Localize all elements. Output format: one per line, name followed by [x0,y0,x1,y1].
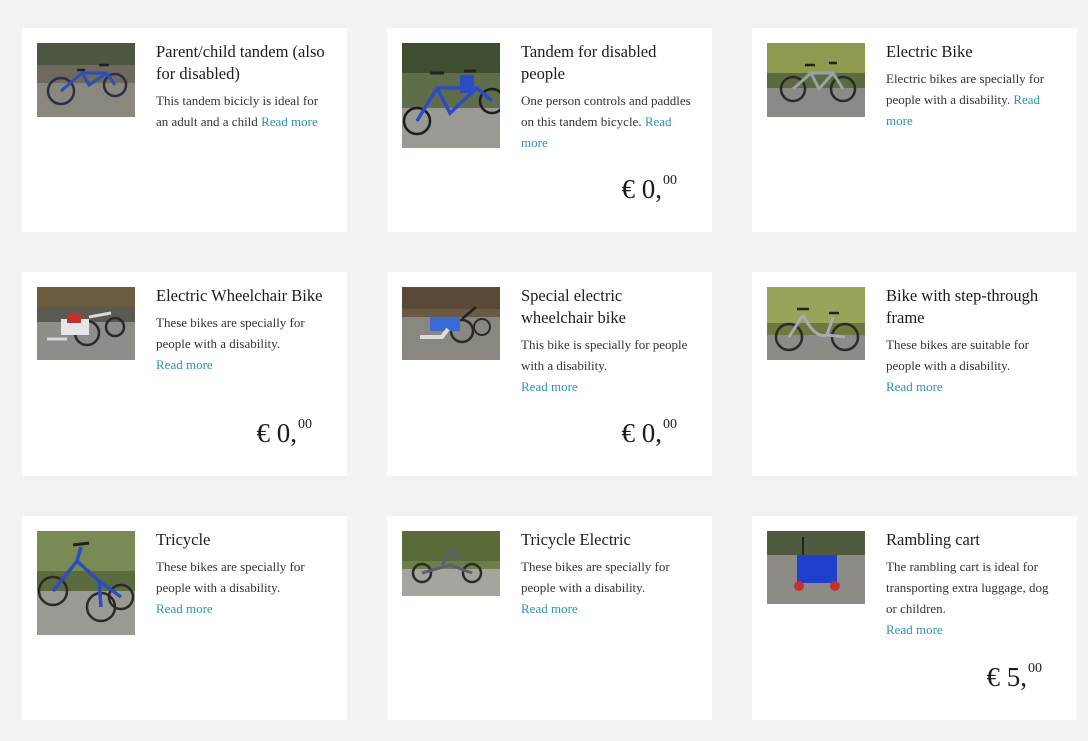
product-description: These bikes are specially for people wit… [156,312,328,375]
product-description: The rambling cart is ideal for transport… [886,556,1058,640]
tandem-bike-photo[interactable] [37,43,135,117]
read-more-link[interactable]: Read more [521,379,578,394]
product-description: One person controls and paddles on this … [521,90,693,153]
product-title[interactable]: Electric Bike [886,41,1058,63]
product-title[interactable]: Rambling cart [886,529,1058,551]
product-card[interactable]: Electric Wheelchair Bike These bikes are… [22,272,347,476]
product-description: This tandem bicicly is ideal for an adul… [156,90,328,132]
tricycle-photo[interactable] [37,531,135,635]
product-description-text: These bikes are specially for people wit… [521,559,670,595]
wheelchair-bike-photo[interactable] [402,287,500,360]
product-card[interactable]: Tricycle These bikes are specially for p… [22,516,347,720]
product-description-text: This bike is specially for people with a… [521,337,688,373]
product-title[interactable]: Parent/child tandem (also for disabled) [156,41,328,85]
price-whole: € 0, [256,418,298,448]
read-more-link[interactable]: Read more [521,601,578,616]
read-more-link[interactable]: Read more [156,601,213,616]
price-whole: € 5, [986,662,1028,692]
read-more-link[interactable]: Read more [886,622,943,637]
tandem-bike-photo[interactable] [402,43,500,148]
product-description-text: These bikes are specially for people wit… [156,315,305,351]
product-description-text: The rambling cart is ideal for transport… [886,559,1049,616]
product-description-text: These bikes are suitable for people with… [886,337,1029,373]
product-card[interactable]: Parent/child tandem (also for disabled) … [22,28,347,232]
product-card[interactable]: Tandem for disabled people One person co… [387,28,712,232]
product-card[interactable]: Electric Bike Electric bikes are special… [752,28,1077,232]
product-price: € 0,00 [256,417,313,449]
product-description: These bikes are suitable for people with… [886,334,1058,397]
product-title[interactable]: Special electric wheelchair bike [521,285,693,329]
blue-cart-photo[interactable] [767,531,865,604]
product-grid: Parent/child tandem (also for disabled) … [0,0,1088,741]
product-price: € 0,00 [621,417,678,449]
product-description: These bikes are specially for people wit… [521,556,693,619]
price-cents: 00 [1028,661,1042,676]
product-title[interactable]: Tricycle Electric [521,529,693,551]
product-card[interactable]: Rambling cart The rambling cart is ideal… [752,516,1077,720]
read-more-link[interactable]: Read more [886,379,943,394]
step-through-bike-photo[interactable] [767,287,865,360]
price-whole: € 0, [621,174,663,204]
product-title[interactable]: Tricycle [156,529,328,551]
read-more-link[interactable]: Read more [156,357,213,372]
product-price: € 5,00 [986,661,1043,693]
price-cents: 00 [663,417,677,432]
price-cents: 00 [298,417,312,432]
read-more-link[interactable]: Read more [261,114,318,129]
product-description: These bikes are specially for people wit… [156,556,328,619]
product-card[interactable]: Bike with step-through frame These bikes… [752,272,1077,476]
price-whole: € 0, [621,418,663,448]
product-title[interactable]: Electric Wheelchair Bike [156,285,328,307]
product-title[interactable]: Tandem for disabled people [521,41,693,85]
product-price: € 0,00 [621,173,678,205]
product-card[interactable]: Tricycle Electric These bikes are specia… [387,516,712,720]
price-cents: 00 [663,173,677,188]
product-description: This bike is specially for people with a… [521,334,693,397]
electric-bike-photo[interactable] [767,43,865,117]
recumbent-tricycle-photo[interactable] [402,531,500,596]
wheelchair-bike-photo[interactable] [37,287,135,360]
product-description: Electric bikes are specially for people … [886,68,1058,131]
product-title[interactable]: Bike with step-through frame [886,285,1058,329]
product-description-text: These bikes are specially for people wit… [156,559,305,595]
product-card[interactable]: Special electric wheelchair bike This bi… [387,272,712,476]
